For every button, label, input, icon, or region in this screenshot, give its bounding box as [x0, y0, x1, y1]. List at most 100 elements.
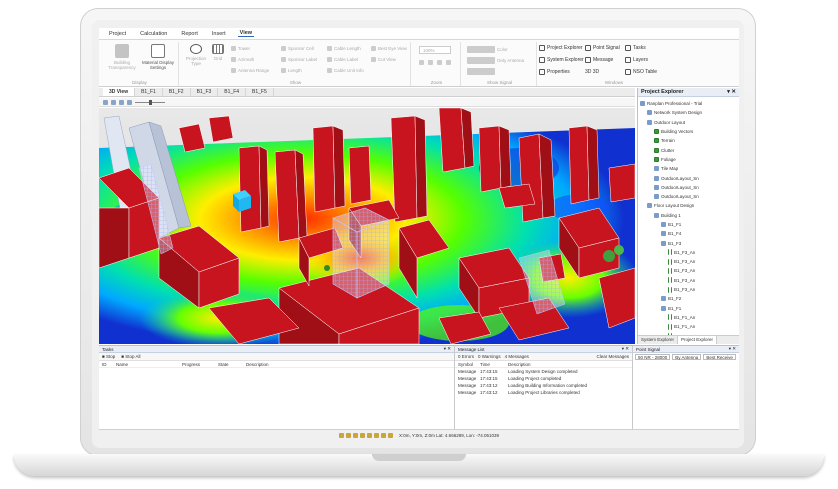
zoom-view-icon[interactable]: [119, 99, 124, 105]
col-symbol[interactable]: Symbol: [458, 362, 480, 367]
system-explorer-window-button[interactable]: System Explorer: [539, 57, 584, 63]
errors-filter[interactable]: 0 Errors: [458, 354, 474, 359]
zoom-out-icon[interactable]: [428, 60, 433, 65]
checkbox-icon[interactable]: [654, 129, 659, 135]
rotate-icon[interactable]: [103, 99, 108, 105]
clear-messages-button[interactable]: Clear Messages: [596, 354, 629, 359]
point-signal-window-button[interactable]: Point Signal: [585, 45, 620, 51]
tab-project-explorer[interactable]: Project Explorer: [678, 336, 718, 344]
tree-node[interactable]: OutdoorLayout_Sn: [640, 173, 737, 182]
zoom-fit-icon[interactable]: [437, 60, 442, 65]
col-id[interactable]: ID: [102, 362, 116, 367]
building-transparency-button[interactable]: Building Transparency: [105, 44, 139, 70]
grid-button[interactable]: Grid: [209, 44, 227, 61]
signal-color-button[interactable]: Color: [467, 46, 508, 53]
message-close-icon[interactable]: ▾ ✕: [622, 346, 629, 352]
pan-icon[interactable]: [111, 99, 116, 105]
zoom-select[interactable]: 100%: [419, 46, 451, 54]
tree-node[interactable]: Building Vectors: [640, 127, 737, 136]
doc-tab-b1-f4[interactable]: B1_F4: [218, 88, 247, 96]
checkbox-icon[interactable]: [654, 156, 659, 162]
tree-node[interactable]: B1_F1: [640, 304, 737, 313]
tree-node[interactable]: B1_F1: [640, 220, 737, 229]
col-progress[interactable]: Progress: [182, 362, 218, 367]
tree-node[interactable]: B1_F1_An: [640, 322, 737, 331]
cable-unit-info-toggle[interactable]: Cable Unit Info: [327, 68, 364, 73]
coordinate-icon[interactable]: [388, 433, 393, 438]
doc-tab-3d-view[interactable]: 3D View: [103, 88, 136, 96]
measure-icon[interactable]: [353, 433, 358, 438]
col-name[interactable]: Name: [116, 362, 182, 367]
projection-type-button[interactable]: Projection Type: [183, 44, 209, 66]
tree-node[interactable]: B1_F3_An: [640, 276, 737, 285]
tree-node[interactable]: B1_F1_An: [640, 313, 737, 322]
tree-node[interactable]: Terrain: [640, 136, 737, 145]
cut-view-toggle[interactable]: Cut View: [371, 57, 396, 62]
tree-node[interactable]: OutdoorLayout_Sn: [640, 183, 737, 192]
project-explorer-window-button[interactable]: Project Explorer: [539, 45, 583, 51]
doc-tab-b1-f5[interactable]: B1_F5: [246, 88, 274, 96]
tower-toggle[interactable]: Tower: [231, 46, 250, 51]
sponsor-cell-toggle[interactable]: Sponsor Cell: [281, 46, 314, 51]
col-description[interactable]: Description: [246, 362, 451, 367]
panel-pin-icon[interactable]: ▾ ✕: [727, 89, 736, 95]
sponsor-label-toggle[interactable]: Sponsor Label: [281, 57, 317, 62]
ortho-icon[interactable]: [346, 433, 351, 438]
3d-view-canvas[interactable]: [99, 108, 635, 344]
properties-window-button[interactable]: Properties: [539, 69, 570, 75]
message-row[interactable]: Message 17:43:15 Loading Project completed: [455, 375, 632, 382]
best-eye-view-toggle[interactable]: Best Eye View: [371, 46, 407, 51]
home-view-icon[interactable]: [127, 99, 132, 105]
zoom-reset-icon[interactable]: [446, 60, 451, 65]
nso-table-window-button[interactable]: NSO Table: [625, 69, 657, 75]
tree-node[interactable]: Network System Design: [640, 108, 737, 117]
tree-node[interactable]: B1_F4: [640, 229, 737, 238]
antenna-range-toggle[interactable]: Antenna Range: [231, 68, 269, 73]
layer-icon[interactable]: [367, 433, 372, 438]
material-display-settings-button[interactable]: Material Display Settings: [141, 44, 175, 70]
lock-icon[interactable]: [381, 433, 386, 438]
tab-system-explorer[interactable]: System Explorer: [638, 336, 679, 344]
message-row[interactable]: Message 17:43:12 Loading Project Libraries…: [455, 389, 632, 396]
cable-label-toggle[interactable]: Cable Label: [327, 57, 358, 62]
signal-extra-button[interactable]: [467, 68, 495, 75]
only-antenna-button[interactable]: Only Antenna: [467, 57, 524, 64]
tree-node[interactable]: OutdoorLayout_Sn: [640, 192, 737, 201]
tab-view[interactable]: View: [237, 30, 255, 37]
zoom-in-icon[interactable]: [419, 60, 424, 65]
length-toggle[interactable]: Length: [281, 68, 302, 73]
azimuth-toggle[interactable]: Azimuth: [231, 57, 254, 62]
col-time[interactable]: Time: [480, 362, 508, 367]
tree-node[interactable]: Building 1: [640, 211, 737, 220]
tree-node[interactable]: B1_F3_An: [640, 257, 737, 266]
point-signal-close-icon[interactable]: ▾ ✕: [729, 346, 736, 352]
messages-filter[interactable]: 4 Messages: [505, 354, 529, 359]
snap-icon[interactable]: [339, 433, 344, 438]
tree-node[interactable]: Clutter: [640, 145, 737, 154]
tree-node[interactable]: Floor Layout Design: [640, 201, 737, 210]
tab-insert[interactable]: Insert: [210, 31, 228, 37]
stop-all-button[interactable]: ■ Stop All: [121, 354, 140, 359]
tree-node[interactable]: Ranplan Professional - Trial: [640, 99, 737, 108]
tab-project[interactable]: Project: [107, 31, 128, 37]
message-window-button[interactable]: Message: [585, 57, 613, 63]
tree-node[interactable]: B1_F2: [640, 294, 737, 303]
best-receive-select[interactable]: Best Receive: [703, 354, 736, 360]
checkbox-icon[interactable]: [654, 138, 659, 144]
warnings-filter[interactable]: 0 Warnings: [478, 354, 501, 359]
tree-node[interactable]: B1_F3_An: [640, 266, 737, 275]
col-message-description[interactable]: Description: [508, 362, 629, 367]
select-icon[interactable]: [360, 433, 365, 438]
view-3d-window-button[interactable]: 3D 3D: [585, 69, 599, 75]
tab-report[interactable]: Report: [179, 31, 200, 37]
checkbox-icon[interactable]: [654, 147, 659, 153]
tab-calculation[interactable]: Calculation: [138, 31, 169, 37]
tree-node[interactable]: B1_F3_An: [640, 248, 737, 257]
tree-node[interactable]: Foliage: [640, 155, 737, 164]
doc-tab-b1-f3[interactable]: B1_F3: [191, 88, 219, 96]
tasks-close-icon[interactable]: ▾ ✕: [444, 346, 451, 352]
by-antenna-select[interactable]: By Antenna: [672, 354, 702, 360]
tasks-window-button[interactable]: Tasks: [625, 45, 646, 51]
tree-node[interactable]: B1_F3_An: [640, 285, 737, 294]
tree-node[interactable]: Outdoor Layout: [640, 118, 737, 127]
